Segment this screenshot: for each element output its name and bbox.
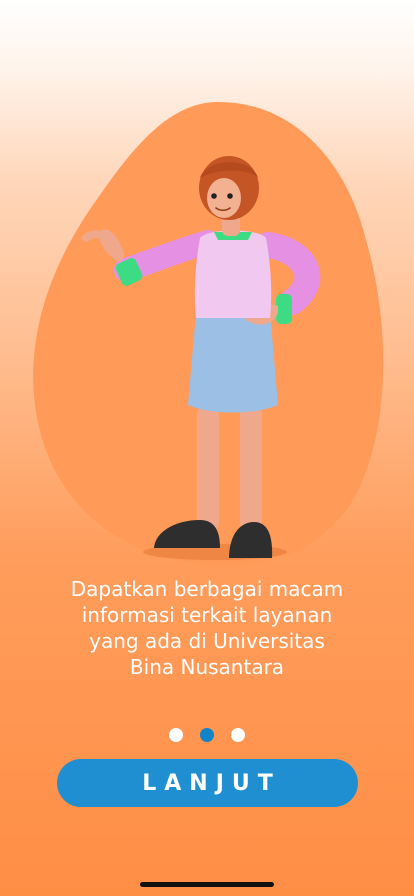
- page-dot-3[interactable]: [231, 728, 245, 742]
- continue-button[interactable]: LANJUT: [57, 759, 358, 807]
- woman-illustration: [82, 156, 321, 560]
- onboarding-description: Dapatkan berbagai macam informasi terkai…: [70, 577, 344, 679]
- home-indicator: [140, 882, 274, 887]
- page-indicator: [0, 728, 414, 742]
- page-dot-1[interactable]: [169, 728, 183, 742]
- page-dot-2-active[interactable]: [200, 728, 214, 742]
